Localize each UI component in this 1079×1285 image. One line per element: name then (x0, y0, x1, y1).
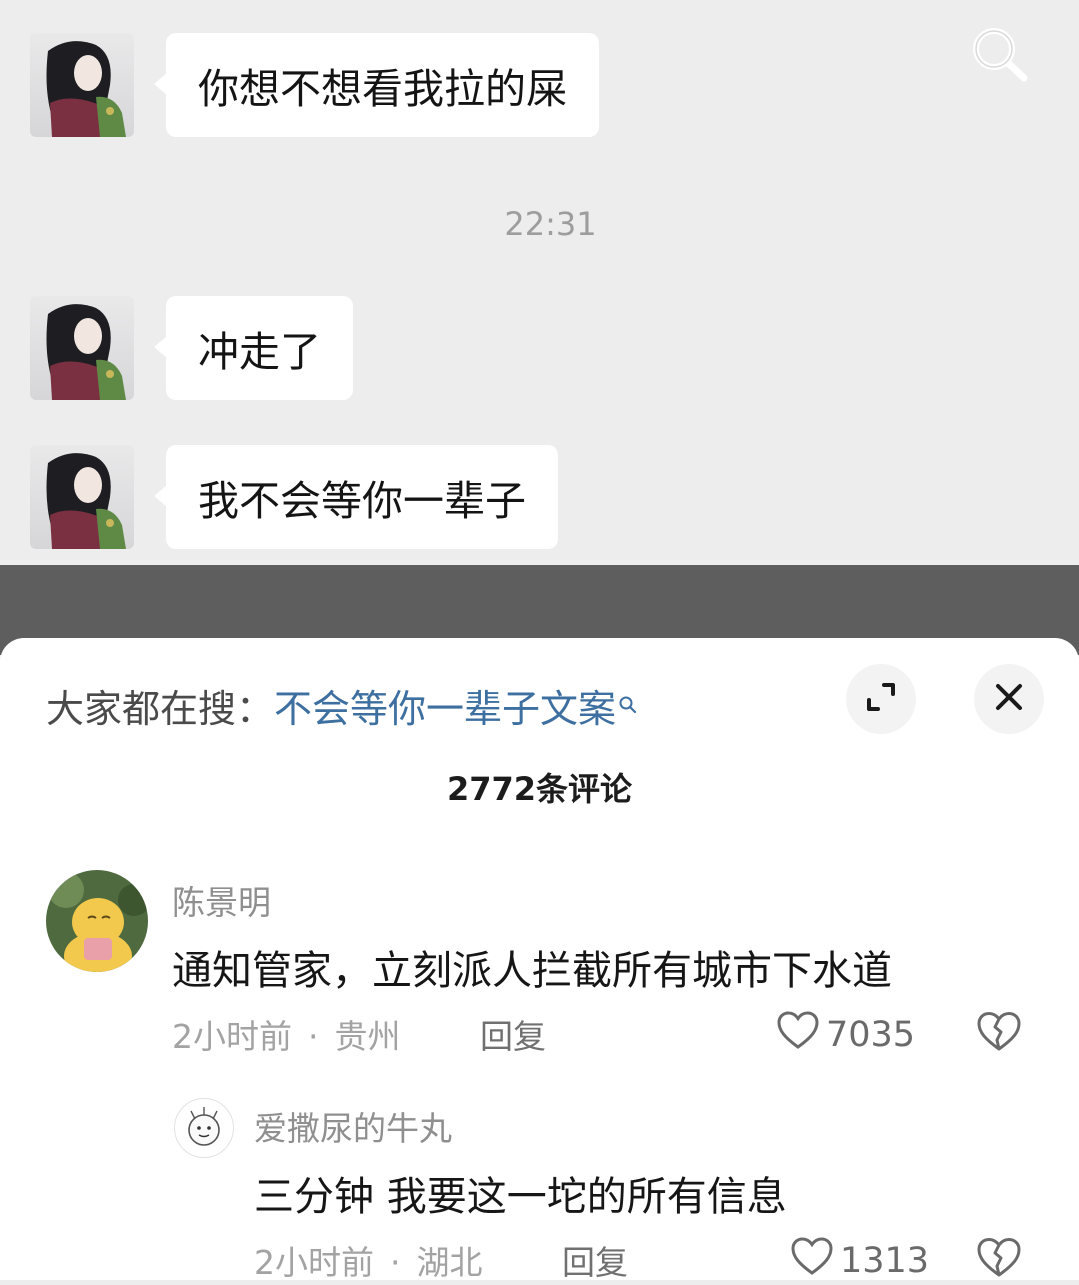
comment-text: 通知管家，立刻派人拦截所有城市下水道 (172, 948, 892, 994)
chat-message: 我不会等你一辈子 (30, 445, 558, 549)
dislike-button[interactable] (976, 1010, 1022, 1056)
chat-message: 你想不想看我拉的屎 (30, 33, 599, 137)
like-count: 1313 (840, 1240, 930, 1281)
search-icon[interactable] (966, 24, 1034, 84)
like-count: 7035 (826, 1014, 916, 1055)
dislike-button[interactable] (976, 1236, 1022, 1282)
message-bubble[interactable]: 你想不想看我拉的屎 (154, 33, 599, 137)
message-bubble[interactable]: 冲走了 (154, 296, 353, 400)
comment-meta: 2小时前 · 湖北 (254, 1236, 483, 1284)
broken-heart-icon (976, 1238, 1022, 1282)
avatar[interactable] (30, 445, 134, 549)
comment-meta: 2小时前 · 贵州 (172, 1010, 401, 1058)
expand-icon (864, 680, 898, 718)
message-text: 你想不想看我拉的屎 (198, 65, 567, 113)
search-icon (618, 680, 638, 724)
comment-time: 2小时前 (172, 1017, 292, 1056)
comment-count: 2772条评论 (446, 770, 633, 808)
meta-separator: · (308, 1017, 319, 1056)
chat-timestamp: 22:31 (504, 205, 597, 243)
expand-button[interactable] (846, 664, 916, 734)
message-text: 我不会等你一辈子 (198, 477, 526, 525)
message-text: 冲走了 (198, 328, 321, 376)
chat-message: 冲走了 (30, 296, 353, 400)
comment-author[interactable]: 爱撒尿的牛丸 (254, 1102, 452, 1150)
message-bubble[interactable]: 我不会等你一辈子 (154, 445, 558, 549)
avatar[interactable] (46, 870, 148, 972)
reply-button[interactable]: 回复 (480, 1010, 546, 1058)
like-button[interactable]: 7035 (776, 1010, 915, 1059)
search-suggestion[interactable]: 大家都在搜：不会等你一辈子文案 (46, 678, 638, 733)
comment-sheet: 大家都在搜：不会等你一辈子文案 2772条评论 陈景明 通知管家，立刻派人拦截所… (0, 638, 1079, 1282)
avatar[interactable] (174, 1098, 234, 1158)
comment-text: 三分钟 我要这一坨的所有信息 (254, 1174, 787, 1220)
heart-icon (776, 1010, 826, 1059)
comment-location: 贵州 (334, 1017, 401, 1056)
comment-time: 2小时前 (254, 1243, 374, 1282)
chat-area: 你想不想看我拉的屎 22:31 冲走了 我不会等你一辈子 (0, 0, 1079, 565)
reply-button[interactable]: 回复 (562, 1236, 628, 1284)
suggestion-label: 大家都在搜： (46, 687, 275, 731)
suggestion-query-link[interactable]: 不会等你一辈子文案 (274, 687, 616, 731)
heart-icon (790, 1236, 840, 1285)
meta-separator: · (390, 1243, 401, 1282)
broken-heart-icon (976, 1012, 1022, 1056)
like-button[interactable]: 1313 (790, 1236, 929, 1285)
avatar[interactable] (30, 296, 134, 400)
close-button[interactable] (974, 664, 1044, 734)
comment-author[interactable]: 陈景明 (172, 876, 271, 924)
comment-location: 湖北 (416, 1243, 483, 1282)
avatar[interactable] (30, 33, 134, 137)
close-icon (994, 682, 1024, 716)
